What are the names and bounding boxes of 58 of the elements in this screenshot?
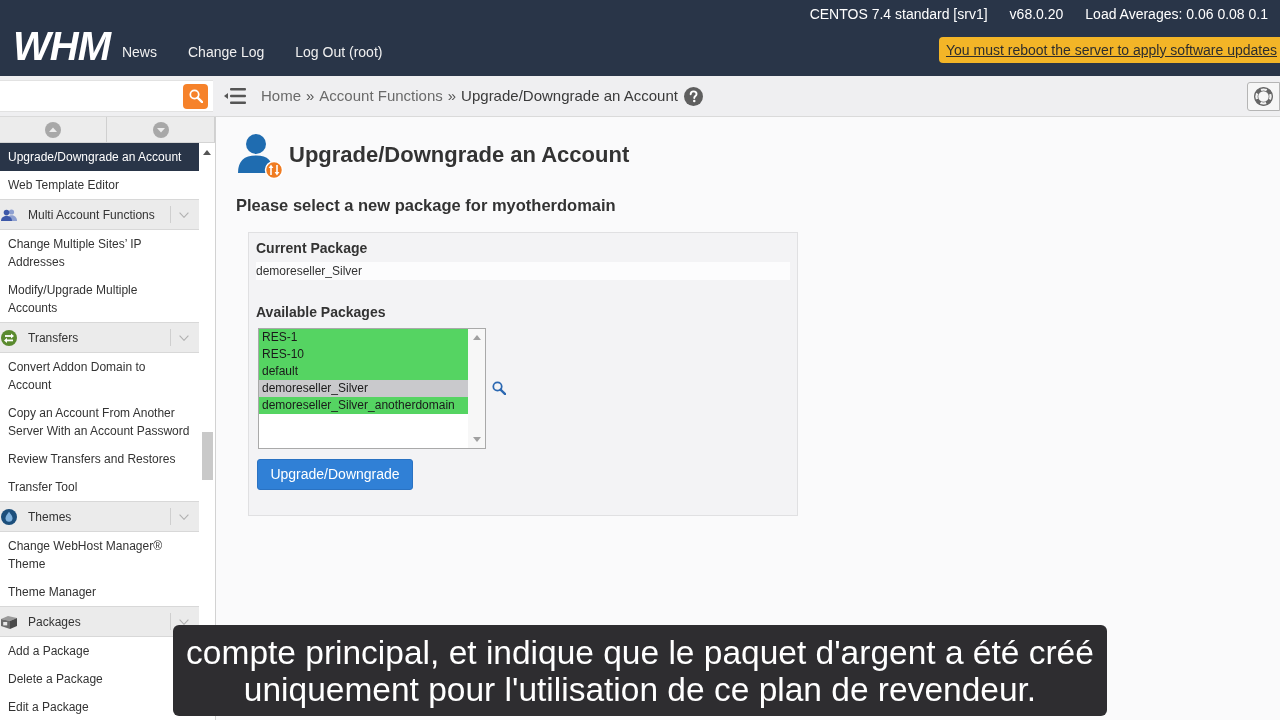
field-label: Available Packages	[256, 303, 386, 321]
field-label: Current Package	[256, 239, 368, 257]
breadcrumb-link[interactable]: Account Functions	[319, 84, 443, 108]
listbox-option[interactable]: demoreseller_Silver_anotherdomain	[259, 397, 468, 414]
box-icon	[1, 614, 17, 629]
server-info-text: Load Averages: 0.06 0.08 0.1	[1085, 4, 1268, 24]
sidebar-link[interactable]: Upgrade/Downgrade an Account	[0, 143, 199, 171]
upgrade-downgrade-button[interactable]: Upgrade/Downgrade	[257, 459, 413, 490]
prompt-text: Please select a new package for myotherdomain	[236, 195, 616, 215]
page-title: Upgrade/Downgrade an Account	[289, 140, 630, 169]
help-icon[interactable]	[683, 86, 703, 106]
sidebar-section-header[interactable]: Multi Account Functions	[0, 199, 199, 230]
section-title: Transfers	[28, 329, 79, 347]
nav-link[interactable]: Log Out (root)	[295, 41, 383, 63]
sidebar-section-header[interactable]: Themes	[0, 501, 199, 532]
breadcrumb-separator: »	[306, 85, 315, 106]
nav-link[interactable]: Change Log	[188, 41, 265, 63]
server-info-text: v68.0.20	[1009, 4, 1064, 24]
section-title: Packages	[28, 613, 81, 631]
arrow-down-circle-icon	[152, 121, 169, 138]
sidebar-section-header[interactable]: Transfers	[0, 322, 199, 353]
scrollbar-thumb[interactable]	[201, 432, 213, 480]
drop-circle-icon	[1, 508, 17, 525]
chevron-down-icon[interactable]	[179, 513, 189, 520]
caret-up-icon[interactable]	[203, 150, 211, 155]
chevron-down-icon[interactable]	[179, 211, 189, 218]
user-arrows-icon	[236, 133, 283, 179]
arrow-up-circle-icon	[45, 121, 61, 138]
search-button[interactable]	[183, 83, 208, 109]
section-title: Themes	[28, 508, 72, 526]
nav-link[interactable]: News	[121, 41, 157, 63]
search-field[interactable]	[0, 80, 213, 112]
lifebuoy-icon	[1254, 86, 1273, 106]
caret-down-icon[interactable]	[472, 437, 481, 442]
listbox-option[interactable]: RES-1	[259, 329, 468, 346]
logo[interactable]: WHM	[13, 26, 110, 66]
chevron-down-icon[interactable]	[179, 618, 189, 625]
package-listbox[interactable]: RES-1 RES-10 default demoreseller_Silver demoreseller_Silver_anotherdomain	[258, 328, 486, 449]
sidebar-section-header[interactable]: Packages	[0, 606, 199, 637]
listbox-option[interactable]: RES-10	[259, 346, 468, 363]
current-package-value: demoreseller_Silver	[256, 262, 790, 280]
breadcrumb-separator: »	[447, 85, 457, 106]
users-icon	[1, 208, 17, 221]
scrollbar[interactable]	[468, 329, 485, 448]
reboot-notice[interactable]: You must reboot the server to apply software updates	[939, 37, 1280, 63]
listbox-option[interactable]: demoreseller_Silver	[259, 380, 468, 397]
subtitle-caption: compte principal, et indique que le paquet d'argent a été créé uniquement pour l'utilisation de ce plan de revendeur.	[173, 625, 1107, 716]
search-icon	[492, 380, 506, 395]
lifebuoy-button[interactable]	[1247, 81, 1280, 111]
section-title: Multi Account Functions	[28, 206, 155, 224]
arrows-circle-icon	[1, 329, 17, 346]
breadcrumb-current-page: Upgrade/Downgrade an Account	[461, 85, 678, 106]
chevron-down-icon[interactable]	[179, 334, 189, 341]
breadcrumb-link[interactable]: Home	[261, 84, 301, 108]
menu-icon[interactable]	[224, 88, 246, 104]
server-info-text: CENTOS 7.4 standard [srv1]	[809, 4, 988, 24]
search-icon	[188, 89, 203, 103]
listbox-option[interactable]: default	[259, 363, 468, 380]
